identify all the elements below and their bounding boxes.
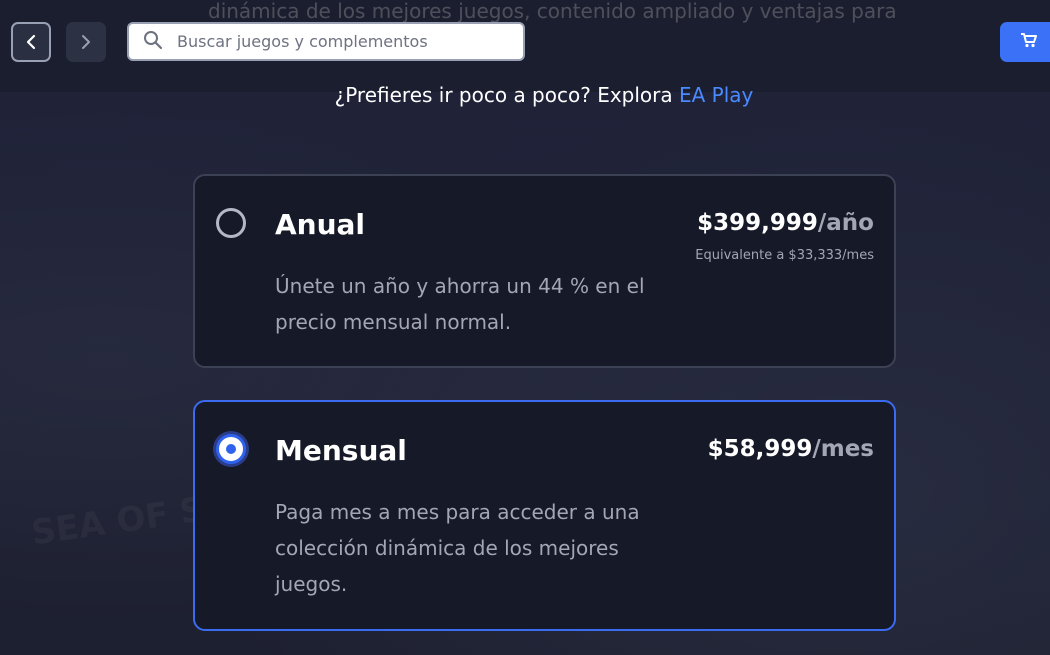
plan-monthly-name: Mensual [275,434,407,467]
chevron-right-icon [80,34,92,50]
plan-monthly-price: $58,999/mes [708,436,874,462]
back-button[interactable] [11,22,51,62]
plan-monthly-price-unit: /mes [812,436,874,462]
plan-annual-description: Únete un año y ahorra un 44 % en el prec… [275,274,645,334]
search-icon [143,30,177,54]
plan-monthly-price-amount: $58,999 [707,436,813,462]
ea-play-link[interactable]: EA Play [679,83,753,107]
top-bar: dinámica de los mejores juegos, contenid… [0,0,1050,92]
plan-monthly-radio[interactable] [216,434,246,464]
plan-annual-price: $399,999/año [697,210,874,236]
plan-annual-equivalent: Equivalente a $33,333/mes [695,248,874,263]
plan-monthly-description: Paga mes a mes para acceder a una colecc… [275,500,640,596]
search-box[interactable] [127,22,525,61]
plan-annual-card[interactable]: Anual $399,999/año Equivalente a $33,333… [193,174,896,368]
explore-text: ¿Prefieres ir poco a poco? Explora [334,83,679,107]
cart-button[interactable] [1000,22,1050,62]
forward-button[interactable] [66,22,106,62]
plan-annual-price-unit: /año [817,210,874,236]
plan-annual-name: Anual [275,208,366,241]
cart-icon [1020,32,1038,52]
plan-monthly-card[interactable]: Mensual $58,999/mes Paga mes a mes para … [193,400,896,631]
plan-annual-price-amount: $399,999 [697,210,818,236]
chevron-left-icon [25,34,37,50]
explore-line: ¿Prefieres ir poco a poco? Explora EA Pl… [0,82,1050,108]
search-input[interactable] [177,32,497,51]
plan-annual-radio[interactable] [216,208,246,238]
